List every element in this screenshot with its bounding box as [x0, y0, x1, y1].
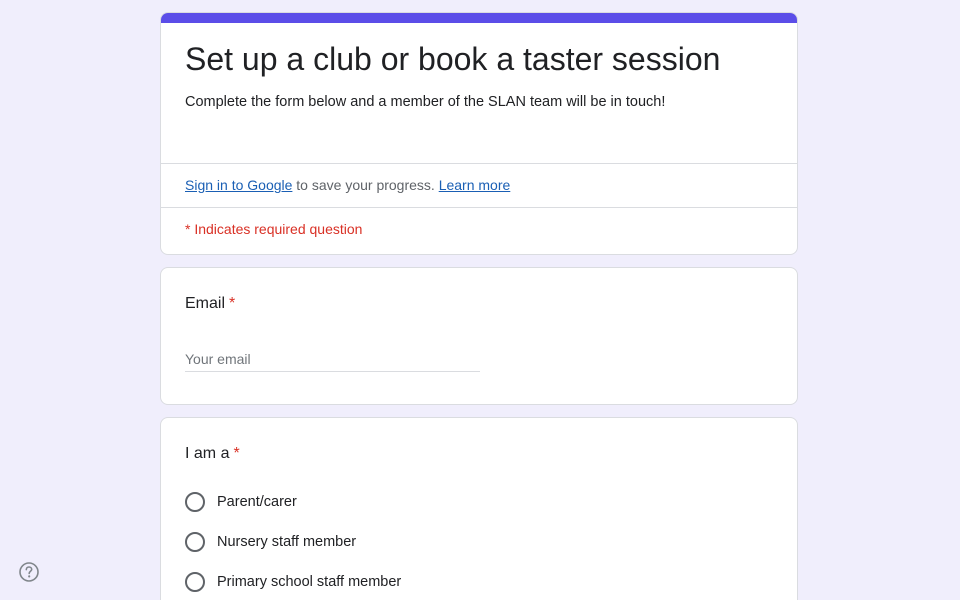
form-description: Complete the form below and a member of … [185, 94, 666, 110]
radio-button[interactable] [185, 492, 205, 512]
radio-option-nursery-staff[interactable]: Nursery staff member [185, 530, 356, 554]
radio-button[interactable] [185, 532, 205, 552]
required-star: * [229, 295, 236, 312]
email-question-card: Email * [160, 267, 798, 405]
radio-option-parent-carer[interactable]: Parent/carer [185, 490, 297, 514]
radio-option-primary-school-staff[interactable]: Primary school staff member [185, 570, 401, 594]
signin-prompt: Sign in to Google to save your progress.… [185, 175, 510, 195]
accent-bar [161, 13, 797, 23]
email-label-text: Email [185, 295, 226, 312]
email-input[interactable] [185, 346, 480, 372]
role-question-card: I am a * Parent/carer Nursery staff membe… [160, 417, 798, 600]
required-star: * [233, 445, 240, 462]
radio-option-label: Nursery staff member [217, 534, 357, 550]
help-circle-icon[interactable] [18, 561, 40, 583]
sign-in-link[interactable]: Sign in to Google [185, 177, 292, 193]
form-header-card: Set up a club or book a taster session C… [160, 12, 798, 255]
divider [161, 207, 797, 208]
role-label-text: I am a [185, 445, 230, 462]
divider [161, 163, 797, 164]
form-page: Set up a club or book a taster session C… [0, 0, 960, 600]
signin-text: to save your progress. [292, 177, 439, 193]
radio-option-label: Primary school staff member [217, 574, 402, 590]
radio-option-label: Parent/carer [217, 494, 297, 510]
radio-button[interactable] [185, 572, 205, 592]
required-note: * Indicates required question [185, 221, 363, 237]
form-title: Set up a club or book a taster session [185, 41, 721, 77]
learn-more-link[interactable]: Learn more [439, 177, 511, 193]
role-question-label: I am a * [185, 442, 240, 466]
email-question-label: Email * [185, 292, 235, 316]
